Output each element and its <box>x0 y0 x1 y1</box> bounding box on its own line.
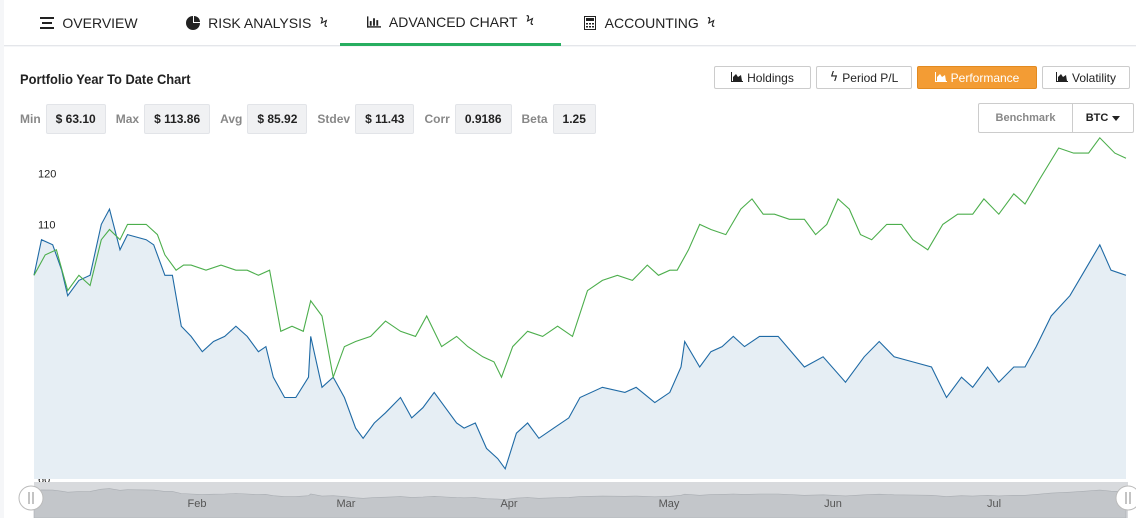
page-title: Portfolio Year To Date Chart <box>20 71 191 87</box>
bolt-icon: ϟ <box>829 70 839 85</box>
top-tab-bar: OVERVIEW RISK ANALYSIS ϟ ADVANCED CHART … <box>4 0 1136 46</box>
tab-label: ADVANCED CHART <box>388 13 518 30</box>
stat-label-corr: Corr <box>424 112 450 126</box>
button-label: Performance <box>950 70 1020 85</box>
area-chart-icon <box>934 71 947 85</box>
tab-label: OVERVIEW <box>62 15 138 31</box>
stat-label-avg: Avg <box>220 112 243 126</box>
stat-label-max: Max <box>115 112 140 126</box>
stat-label-stdev: Stdev <box>317 112 351 126</box>
tab-advanced-chart[interactable]: ADVANCED CHART ϟ <box>340 0 561 46</box>
stat-value-min: $ 63.10 <box>45 104 106 134</box>
bolt-icon: ϟ <box>706 15 716 31</box>
stat-value-corr: 0.9186 <box>454 104 512 134</box>
view-toggle-group: Holdings ϟ Period P/L Performance Volati… <box>714 66 1130 89</box>
bolt-icon: ϟ <box>525 14 535 29</box>
period-pl-button[interactable]: ϟ Period P/L <box>816 66 912 89</box>
stat-value-stdev: $ 11.43 <box>355 104 415 134</box>
benchmark-dropdown[interactable]: BTC <box>1073 103 1134 133</box>
stats-row: Min $ 63.10 Max $ 113.86 Avg $ 85.92 Std… <box>20 104 606 134</box>
holdings-button[interactable]: Holdings <box>714 66 811 89</box>
area-chart-icon <box>1055 71 1068 85</box>
area-chart-icon <box>731 71 744 85</box>
stat-value-beta: 1.25 <box>552 104 596 134</box>
tab-label: ACCOUNTING <box>604 15 699 31</box>
benchmark-selected: BTC <box>1085 112 1109 124</box>
stat-value-max: $ 113.86 <box>144 104 211 134</box>
caret-down-icon <box>1112 112 1121 124</box>
volatility-button[interactable]: Volatility <box>1042 66 1130 89</box>
stat-label-min: Min <box>20 112 41 126</box>
tab-label: RISK ANALYSIS <box>208 15 312 31</box>
performance-button[interactable]: Performance <box>917 66 1037 89</box>
tab-risk-analysis[interactable]: RISK ANALYSIS ϟ <box>174 0 340 46</box>
tab-overview[interactable]: OVERVIEW <box>4 0 174 46</box>
benchmark-selector: Benchmark BTC <box>978 103 1134 133</box>
chart-panel: Portfolio Year To Date Chart Min $ 63.10… <box>4 47 1136 518</box>
button-label: Period P/L <box>842 70 899 85</box>
tab-accounting[interactable]: ACCOUNTING ϟ <box>561 0 737 46</box>
bolt-icon: ϟ <box>319 15 328 31</box>
button-label: Holdings <box>747 70 794 85</box>
calculator-icon <box>583 16 597 30</box>
button-label: Volatility <box>1071 70 1117 85</box>
bar-chart-icon <box>366 15 381 29</box>
stat-label-beta: Beta <box>521 112 548 126</box>
stat-value-avg: $ 85.92 <box>247 104 308 134</box>
benchmark-button[interactable]: Benchmark <box>978 103 1073 133</box>
pie-chart-icon <box>186 16 201 30</box>
list-icon <box>40 16 55 30</box>
